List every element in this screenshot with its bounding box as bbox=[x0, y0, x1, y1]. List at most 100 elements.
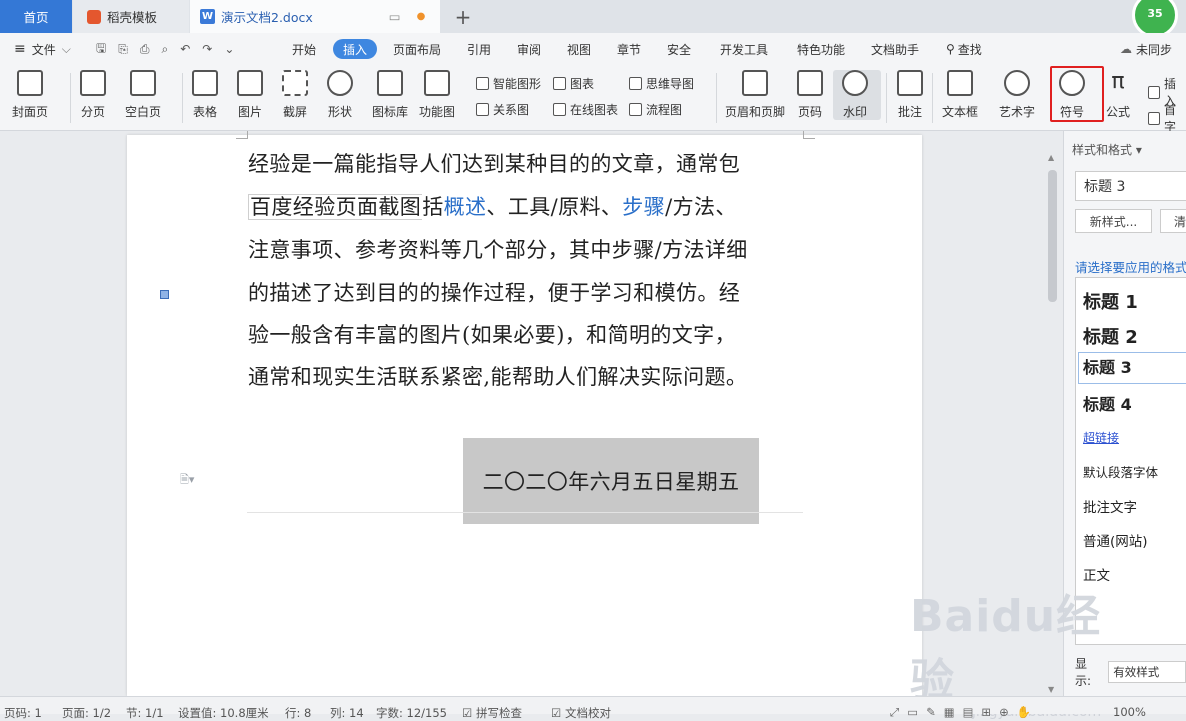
save-icon[interactable]: 🖫 bbox=[96, 39, 106, 60]
page-number-icon bbox=[797, 70, 823, 96]
paragraph-line[interactable]: 注意事项、参考资料等几个部分，其中步骤/方法详细 bbox=[248, 234, 748, 264]
menu-item-devtools[interactable]: 开发工具 bbox=[720, 39, 768, 59]
link-overview[interactable]: 概述 bbox=[444, 195, 487, 219]
smart-graphic-button[interactable]: 智能图形 bbox=[476, 75, 541, 92]
chevron-down-icon: ⌵ bbox=[61, 41, 71, 56]
style-item-web-normal[interactable]: 普通(网站) bbox=[1083, 530, 1148, 550]
scroll-up-icon[interactable]: ▲ bbox=[1048, 153, 1054, 162]
chart-button[interactable]: 图表 bbox=[553, 75, 594, 92]
formula-label: 公式 bbox=[1105, 105, 1130, 119]
screenshot-button[interactable]: 截屏 bbox=[282, 70, 308, 120]
paragraph-line[interactable]: 验一般含有丰富的图片(如果必要)，和简明的文字， bbox=[248, 319, 736, 349]
paragraph-line[interactable]: 通常和现实生活联系紧密,能帮助人们解决实际问题。 bbox=[248, 361, 747, 391]
link-steps[interactable]: 步骤 bbox=[622, 195, 665, 219]
comment-button[interactable]: 批注 bbox=[897, 70, 923, 120]
shape-button[interactable]: 形状 bbox=[327, 70, 353, 120]
icon-library-button[interactable]: 图标库 bbox=[372, 70, 408, 120]
relation-chart-button[interactable]: 关系图 bbox=[476, 101, 529, 118]
style-item-heading4[interactable]: 标题 4 bbox=[1083, 391, 1132, 415]
clear-format-button[interactable]: 清 bbox=[1160, 209, 1186, 233]
find-button[interactable]: ⚲ 查找 bbox=[946, 39, 982, 59]
menu-item-chapter[interactable]: 章节 bbox=[617, 39, 641, 59]
screenshot-label: 截屏 bbox=[282, 105, 307, 119]
new-tab-button[interactable]: + bbox=[446, 0, 480, 33]
paragraph-line[interactable]: 百度经验页面截图括概述、工具/原料、步骤/方法、 bbox=[248, 191, 737, 221]
file-menu[interactable]: ≡ 文件 ⌵ bbox=[14, 39, 71, 59]
table-label: 表格 bbox=[192, 105, 217, 119]
style-item-hyperlink[interactable]: 超链接 bbox=[1083, 429, 1119, 446]
header-footer-button[interactable]: 页眉和页脚 bbox=[725, 70, 785, 120]
spell-check-toggle[interactable]: ☑ 拼写检查 bbox=[462, 705, 522, 721]
sync-label: 未同步 bbox=[1136, 42, 1173, 57]
menu-item-features[interactable]: 特色功能 bbox=[797, 39, 845, 59]
paragraph-line[interactable]: 经验是一篇能指导人们达到某种目的的文章，通常包 bbox=[248, 148, 740, 178]
menu-item-security[interactable]: 安全 bbox=[667, 39, 691, 59]
status-setting[interactable]: 设置值: 10.8厘米 bbox=[178, 705, 269, 721]
blank-page-icon bbox=[130, 70, 156, 96]
pi-icon: π bbox=[1111, 69, 1125, 94]
divider bbox=[70, 73, 71, 123]
watermark-button[interactable]: 水印 bbox=[842, 70, 868, 120]
picture-button[interactable]: 图片 bbox=[237, 70, 263, 120]
style-item-comment-text[interactable]: 批注文字 bbox=[1083, 496, 1137, 516]
formula-button[interactable]: π 公式 bbox=[1105, 70, 1131, 120]
style-item-heading1[interactable]: 标题 1 bbox=[1083, 288, 1138, 314]
status-page[interactable]: 页码: 1 bbox=[4, 705, 42, 721]
object-anchor-icon[interactable] bbox=[160, 290, 169, 299]
more-icon[interactable]: ⌄ bbox=[224, 42, 234, 56]
print-icon[interactable]: ⎙ bbox=[140, 42, 150, 57]
preview-icon[interactable]: ⌕ bbox=[161, 42, 168, 57]
status-words[interactable]: 字数: 12/155 bbox=[376, 705, 447, 721]
quick-access-toolbar: 🖫 ⎘ ⎙ ⌕ ↶ ↷ ⌄ bbox=[96, 39, 234, 59]
paragraph-options-icon[interactable]: 🗎▾ bbox=[180, 471, 194, 490]
divider bbox=[716, 73, 717, 123]
menu-item-reference[interactable]: 引用 bbox=[467, 39, 491, 59]
current-style-field[interactable]: 标题 3 bbox=[1075, 171, 1186, 201]
export-icon[interactable]: ⎘ bbox=[118, 42, 128, 57]
new-style-button[interactable]: 新样式... bbox=[1075, 209, 1152, 233]
text-box-icon bbox=[947, 70, 973, 96]
menu-item-assistant[interactable]: 文档助手 bbox=[871, 39, 919, 59]
text-box-button[interactable]: 文本框 bbox=[942, 70, 978, 120]
word-art-button[interactable]: 艺术字 bbox=[999, 70, 1035, 120]
tab-document[interactable]: W 演示文档2.docx ▭ ● bbox=[190, 0, 440, 33]
proofread-toggle[interactable]: ☑ 文档校对 bbox=[551, 705, 611, 721]
status-pages[interactable]: 页面: 1/2 bbox=[62, 705, 111, 721]
tab-home[interactable]: 首页 bbox=[0, 0, 72, 33]
menu-item-layout[interactable]: 页面布局 bbox=[393, 39, 441, 59]
cover-page-button[interactable]: 封面页 bbox=[12, 70, 48, 120]
watermark-brand: Baidu经验 bbox=[910, 591, 1102, 706]
function-chart-button[interactable]: 功能图 bbox=[419, 70, 455, 120]
undo-icon[interactable]: ↶ bbox=[180, 42, 190, 56]
online-chart-button[interactable]: 在线图表 bbox=[553, 101, 618, 118]
status-section[interactable]: 节: 1/1 bbox=[126, 705, 164, 721]
page-break-button[interactable]: 分页 bbox=[80, 70, 106, 120]
watermark-icon bbox=[842, 70, 868, 96]
style-item-default-font[interactable]: 默认段落字体 bbox=[1083, 462, 1158, 481]
menu-item-insert[interactable]: 插入 bbox=[333, 39, 378, 59]
smart-graphic-icon bbox=[476, 77, 489, 90]
window-icon[interactable]: ▭ bbox=[389, 9, 401, 24]
redo-icon[interactable]: ↷ bbox=[202, 42, 212, 56]
bar-chart-icon bbox=[553, 77, 566, 90]
page-number-button[interactable]: 页码 bbox=[797, 70, 823, 120]
menu-item-start[interactable]: 开始 bbox=[292, 39, 316, 59]
style-item-heading2[interactable]: 标题 2 bbox=[1083, 323, 1138, 349]
blank-page-button[interactable]: 空白页 bbox=[125, 70, 161, 120]
unsaved-dot-icon: ● bbox=[416, 11, 426, 22]
inserted-text-box[interactable]: 百度经验页面截图 bbox=[248, 194, 423, 220]
view-mode-icons[interactable]: ⤢▭✎▦▤⊞⊕✋ bbox=[890, 705, 1039, 720]
scrollbar-thumb[interactable] bbox=[1048, 170, 1057, 302]
paragraph-line[interactable]: 的描述了达到目的的操作过程，便于学习和模仿。经 bbox=[248, 277, 740, 307]
flowchart-button[interactable]: 流程图 bbox=[629, 101, 682, 118]
zoom-level[interactable]: 100% bbox=[1113, 705, 1146, 719]
mind-map-button[interactable]: 思维导图 bbox=[629, 75, 694, 92]
table-button[interactable]: 表格 bbox=[192, 70, 218, 120]
sync-status[interactable]: ☁ 未同步 bbox=[1120, 39, 1172, 59]
tab-template[interactable]: 稻壳模板 bbox=[73, 0, 189, 33]
menu-item-view[interactable]: 视图 bbox=[567, 39, 591, 59]
drop-cap-button[interactable]: 首字 bbox=[1148, 101, 1186, 135]
docer-logo-icon bbox=[87, 9, 101, 24]
style-item-heading3[interactable]: 标题 3 bbox=[1078, 352, 1186, 384]
menu-item-review[interactable]: 审阅 bbox=[517, 39, 541, 59]
